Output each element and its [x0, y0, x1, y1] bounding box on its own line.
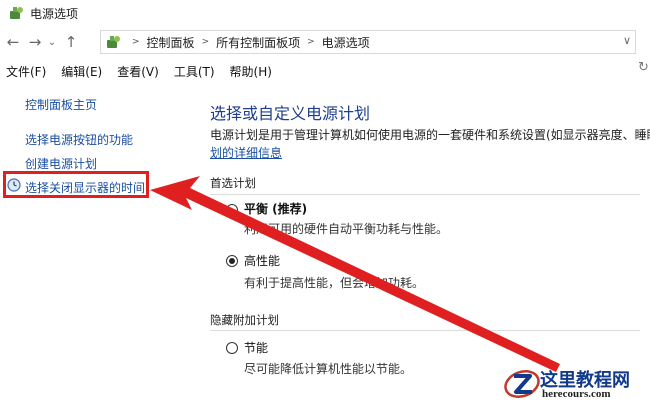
- plan-radio-power-saver[interactable]: [226, 342, 238, 354]
- address-bar[interactable]: > 控制面板 > 所有控制面板项 > 电源选项 ∨: [100, 30, 636, 54]
- up-arrow-icon[interactable]: ↑: [62, 31, 80, 53]
- plan-name-high-performance[interactable]: 高性能: [244, 252, 280, 269]
- breadcrumb-control-panel[interactable]: 控制面板: [147, 34, 195, 51]
- breadcrumb-separator-icon: >: [132, 37, 140, 47]
- plan-desc-high-performance: 有利于提高性能，但会增加功耗。: [244, 276, 425, 290]
- menu-tools[interactable]: 工具(T): [174, 63, 215, 80]
- plan-radio-high-performance[interactable]: [226, 255, 238, 267]
- main-content: 选择或自定义电源计划 电源计划是用于管理计算机如何使用电源的一套硬件和系统设置(…: [190, 84, 650, 406]
- hidden-plans-label: 隐藏附加计划: [210, 313, 279, 327]
- breadcrumb-separator-icon[interactable]: >: [307, 37, 315, 47]
- navigation-bar: ← → ⌄ ↑ > 控制面板 > 所有控制面板项 > 电源选项 ∨ ↻: [0, 28, 650, 75]
- section-divider: [210, 194, 640, 195]
- sidebar-item-power-button[interactable]: 选择电源按钮的功能: [25, 131, 133, 148]
- plan-name-power-saver[interactable]: 节能: [244, 339, 268, 356]
- sidebar-item-create-plan[interactable]: 创建电源计划: [25, 155, 97, 172]
- menu-edit[interactable]: 编辑(E): [61, 63, 102, 80]
- forward-arrow-icon[interactable]: →: [26, 31, 44, 53]
- plan-radio-balanced[interactable]: [226, 204, 238, 216]
- address-dropdown-icon[interactable]: ∨: [623, 34, 631, 47]
- menu-view[interactable]: 查看(V): [117, 63, 159, 80]
- title-bar: 电源选项: [0, 0, 650, 26]
- back-arrow-icon[interactable]: ←: [4, 31, 22, 53]
- breadcrumb-separator-icon[interactable]: >: [202, 37, 210, 47]
- highlight-box: [3, 171, 149, 198]
- watermark: 这里教程网 herecours.com: [500, 362, 650, 406]
- sidebar: 控制面板主页 选择电源按钮的功能 创建电源计划 选择关闭显示器的时间: [0, 84, 185, 406]
- recent-dropdown-icon[interactable]: ⌄: [46, 31, 58, 53]
- menu-help[interactable]: 帮助(H): [230, 63, 272, 80]
- window-title: 电源选项: [30, 6, 79, 21]
- watermark-url: herecours.com: [542, 388, 611, 400]
- menu-bar: 文件(F) 编辑(E) 查看(V) 工具(T) 帮助(H): [0, 60, 650, 82]
- power-options-icon: [10, 7, 23, 19]
- watermark-logo-icon: [504, 370, 540, 398]
- menu-file[interactable]: 文件(F): [6, 63, 46, 80]
- details-link[interactable]: 划的详细信息: [210, 144, 282, 161]
- plan-desc-balanced: 利用可用的硬件自动平衡功耗与性能。: [244, 222, 449, 236]
- section-divider: [210, 330, 640, 331]
- description-text: 电源计划是用于管理计算机如何使用电源的一套硬件和系统设置(如显示器亮度、睡眠等): [210, 128, 650, 142]
- breadcrumb-power-options[interactable]: 电源选项: [322, 34, 370, 51]
- sidebar-control-panel-home[interactable]: 控制面板主页: [25, 96, 97, 113]
- preferred-plans-label: 首选计划: [210, 176, 256, 190]
- control-panel-icon: [107, 36, 120, 48]
- breadcrumb-all-items[interactable]: 所有控制面板项: [216, 34, 300, 51]
- plan-desc-power-saver: 尽可能降低计算机性能以节能。: [244, 362, 413, 376]
- plan-name-balanced[interactable]: 平衡 (推荐): [244, 200, 307, 217]
- page-title: 选择或自定义电源计划: [210, 104, 371, 123]
